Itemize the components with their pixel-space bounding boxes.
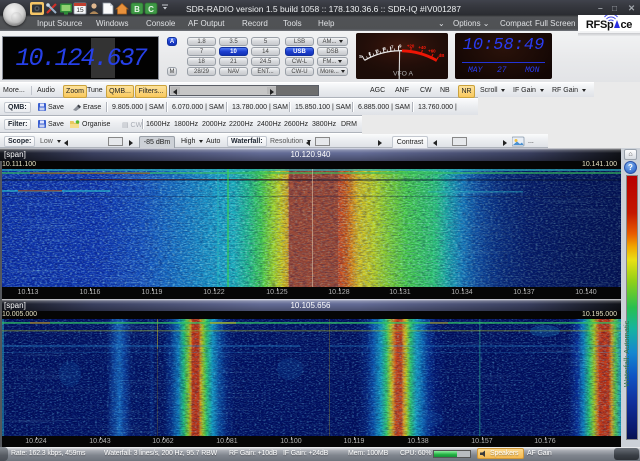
svg-text:B: B <box>134 5 140 14</box>
svg-text:+40: +40 <box>418 45 426 50</box>
svg-text:15: 15 <box>76 7 84 14</box>
svg-text:VFO A: VFO A <box>393 71 413 78</box>
svg-text:S: S <box>359 54 362 59</box>
svg-text:C: C <box>148 5 154 14</box>
svg-text:dB: dB <box>439 53 445 58</box>
svg-text:+60: +60 <box>428 49 436 54</box>
svg-text:Waterfall: Automatic: Waterfall: Automatic <box>622 320 631 387</box>
svg-text:+20: +20 <box>407 43 415 48</box>
